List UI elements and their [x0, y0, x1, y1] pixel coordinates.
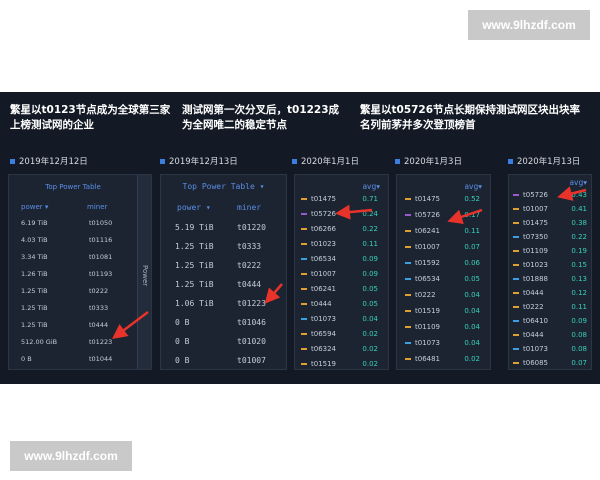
watermark-bottom: www.9lhzdf.com	[10, 441, 132, 471]
arrow-card3	[335, 204, 373, 220]
arrow-card2	[264, 283, 283, 304]
arrow-card5	[557, 186, 587, 201]
arrow-card1	[112, 311, 149, 339]
highlight-arrows	[112, 186, 587, 339]
arrow-card4	[447, 208, 483, 224]
